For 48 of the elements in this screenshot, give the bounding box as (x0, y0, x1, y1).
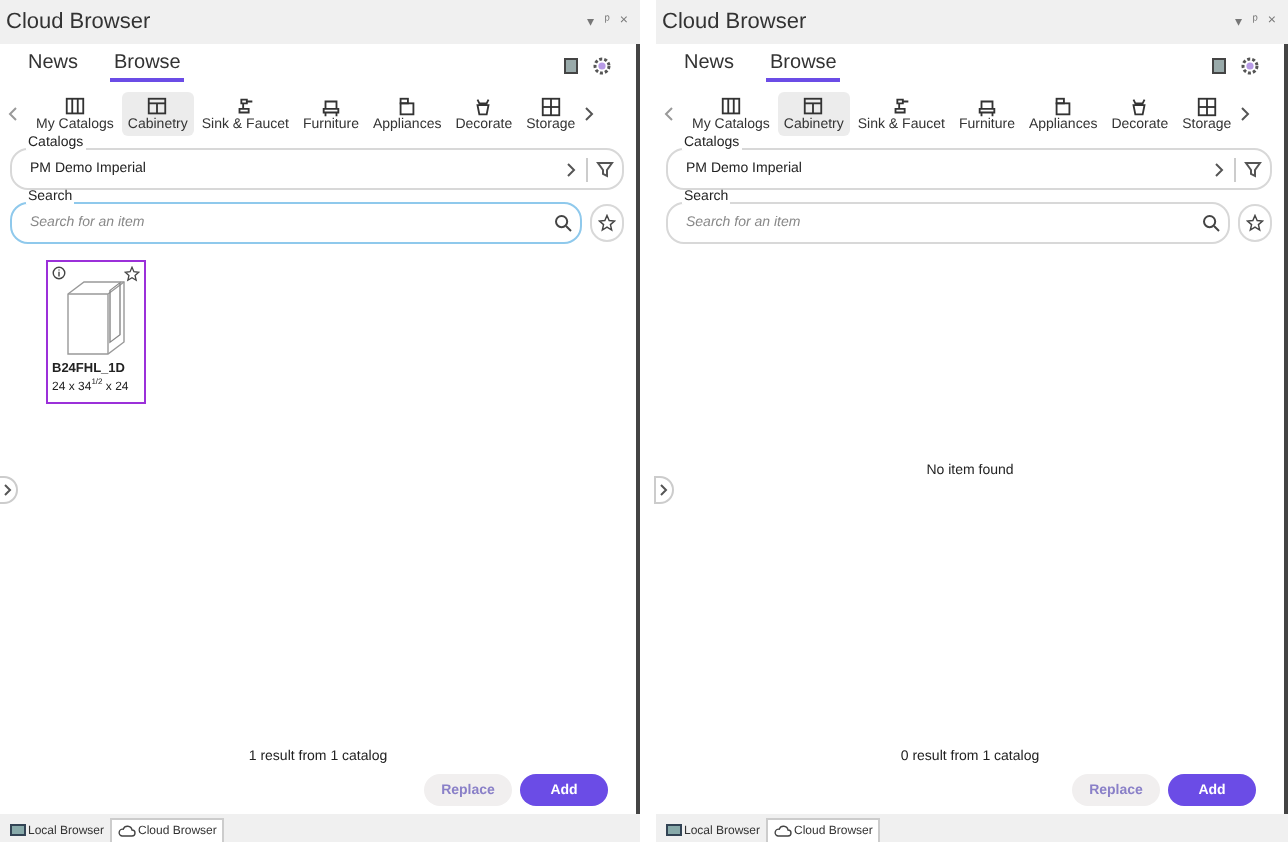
filter-icon[interactable] (1244, 160, 1262, 178)
chevron-right-icon[interactable] (583, 106, 594, 122)
category-icon (1128, 96, 1151, 118)
tab[interactable]: Browse (766, 51, 841, 81)
chevron-right-icon[interactable] (1239, 106, 1250, 122)
category-icon (890, 96, 913, 118)
chevron-left-icon[interactable] (8, 106, 18, 122)
category-icon (63, 96, 86, 118)
cloud-icon (774, 824, 793, 838)
search-icon[interactable] (1202, 214, 1220, 232)
settings-icon[interactable] (1240, 56, 1260, 76)
expand-handle[interactable] (0, 476, 18, 504)
tab[interactable]: News (680, 51, 739, 81)
settings-icon[interactable] (592, 56, 612, 76)
window-title: Cloud Browser (662, 10, 807, 34)
tab[interactable]: Browse (110, 51, 185, 81)
star-icon (1246, 214, 1264, 232)
category-icon (719, 96, 742, 118)
book-icon[interactable] (562, 56, 580, 76)
category-icon (319, 96, 342, 118)
chevron-right-icon (660, 484, 668, 496)
chevron-left-icon[interactable] (664, 106, 674, 122)
category-icon (472, 96, 495, 118)
category-icon (396, 96, 419, 118)
favorites-button[interactable] (590, 204, 624, 242)
window-title: Cloud Browser (6, 10, 151, 34)
category-icon (146, 96, 169, 118)
category-icon (1052, 96, 1075, 118)
chevron-right-icon (4, 484, 12, 496)
chevron-right-icon[interactable] (1214, 161, 1226, 177)
star-icon[interactable] (124, 266, 140, 282)
chevron-right-icon[interactable] (566, 161, 578, 177)
expand-handle[interactable] (654, 476, 674, 504)
favorites-button[interactable] (1238, 204, 1272, 242)
monitor-icon (666, 824, 682, 838)
category-icon (975, 96, 998, 118)
info-icon[interactable] (52, 266, 66, 280)
cloud-icon (118, 824, 137, 838)
book-icon[interactable] (1210, 56, 1228, 76)
category-icon (539, 96, 562, 118)
category-icon (234, 96, 257, 118)
filter-icon[interactable] (596, 160, 614, 178)
category-icon (1195, 96, 1218, 118)
tab[interactable]: News (24, 51, 83, 81)
category-icon (802, 96, 825, 118)
star-icon (598, 214, 616, 232)
monitor-icon (10, 824, 26, 838)
search-icon[interactable] (554, 214, 572, 232)
